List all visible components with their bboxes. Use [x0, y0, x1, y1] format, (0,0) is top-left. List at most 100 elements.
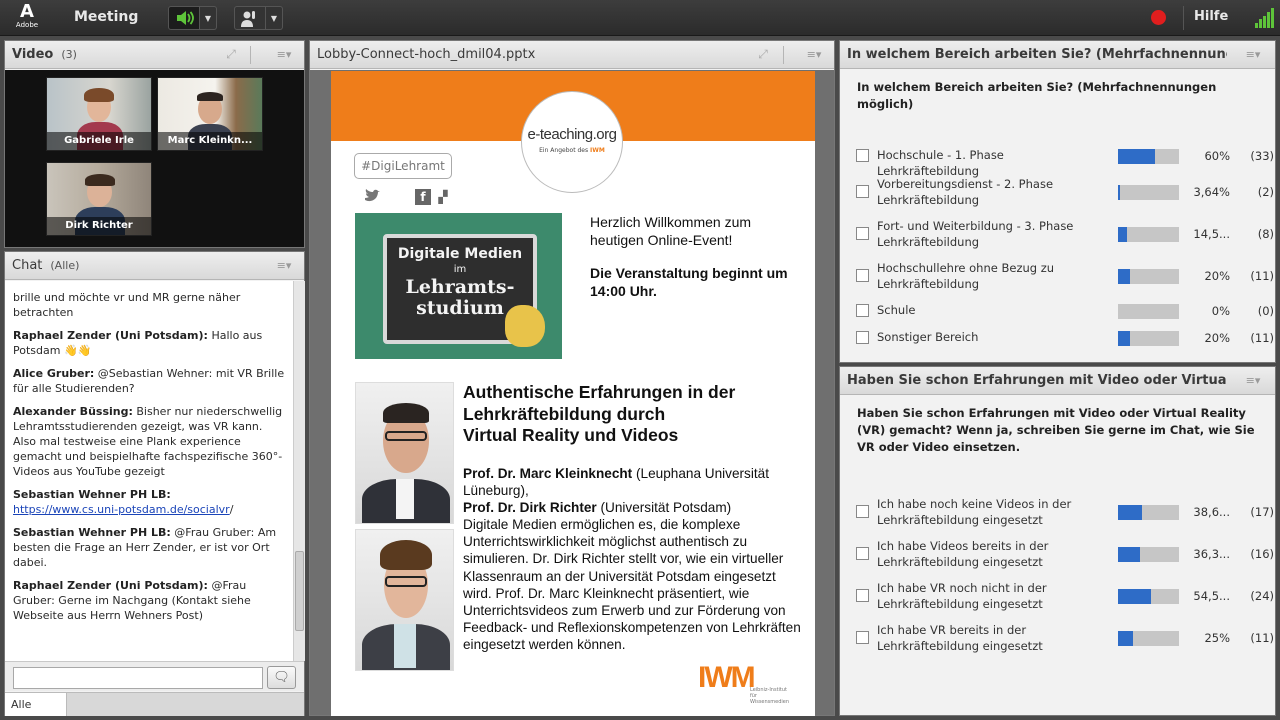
header-divider — [783, 46, 784, 64]
poll-option-checkbox[interactable] — [856, 589, 869, 602]
poll-option-label: Ich habe VR bereits in der Lehrkräftebil… — [877, 623, 1043, 653]
iwm-logo: IWM Leibniz-Institut für Wissensmedien — [698, 661, 790, 706]
speaker-button[interactable] — [168, 6, 200, 30]
poll-option-label: Hochschullehre ohne Bezug zu Lehrkräfteb… — [877, 261, 1055, 291]
poll-result-fill — [1118, 227, 1127, 242]
chat-message: Alexander Büssing: Bisher nur niederschw… — [13, 405, 283, 478]
poll-option-checkbox[interactable] — [856, 631, 869, 644]
poll-option-checkbox[interactable] — [856, 505, 869, 518]
share-pod-header: Lobby-Connect-hoch_dmil04.pptx ⤢ ≡▾ — [310, 41, 834, 69]
poll-option-checkbox[interactable] — [856, 331, 869, 344]
chat-scrollbar[interactable] — [293, 281, 305, 661]
poll-result-fill — [1118, 547, 1141, 562]
chat-sender: Alice Gruber: — [13, 367, 95, 380]
poll-result-fill — [1118, 269, 1131, 284]
digitale-medien-chalkboard-image: Digitale Medien im Lehramts- studium — [355, 213, 562, 359]
recording-indicator-icon[interactable] — [1151, 10, 1166, 25]
pod-options-menu-icon[interactable]: ≡▾ — [805, 48, 823, 62]
top-menu-bar: A Adobe Meeting ▼ ▼ Hilfe — [0, 0, 1280, 36]
chat-message: Raphael Zender (Uni Potsdam): Hallo aus … — [13, 329, 263, 357]
e-teaching-logo: e-teaching.org Ein Angebot des IWM — [521, 91, 623, 193]
poll-option-checkbox[interactable] — [856, 149, 869, 162]
presenter-dropdown-icon[interactable]: ▼ — [266, 6, 283, 30]
speaker-dropdown-icon[interactable]: ▼ — [200, 6, 217, 30]
chat-pod-title: Chat (Alle) — [12, 258, 80, 273]
video-pod-header: Video (3) ⤢ ≡▾ — [5, 41, 304, 69]
video-tile-gabriele[interactable]: Gabriele Irle — [46, 77, 152, 151]
poll-result-count: (0) — [1257, 304, 1274, 318]
poll-result-bar — [1118, 185, 1179, 200]
chat-message: Sebastian Wehner PH LB: https://www.cs.un… — [13, 488, 234, 516]
poll-option-checkbox[interactable] — [856, 304, 869, 317]
presentation-slide[interactable]: e-teaching.org Ein Angebot des IWM #Digi… — [331, 71, 815, 716]
menu-meeting[interactable]: Meeting — [64, 8, 148, 26]
poll-option-label: Ich habe Videos bereits in der Lehrkräft… — [877, 539, 1049, 569]
raise-hand-icon — [241, 11, 255, 27]
chat-message: Alice Gruber: @Sebastian Wehner: mit VR … — [13, 367, 285, 395]
fullscreen-icon[interactable]: ⤢ — [223, 47, 239, 63]
poll-pod-bereich: In welchem Bereich arbeiten Sie? (Mehrfa… — [839, 40, 1276, 363]
hashtag-bubble: #DigiLehramt — [354, 153, 452, 179]
poll-result-fill — [1118, 331, 1131, 346]
poll-result-bar — [1118, 505, 1179, 520]
participant-name: Gabriele Irle — [47, 132, 151, 150]
video-pod: Video (3) ⤢ ≡▾ Gabriele Irle Marc Kleinkn… — [4, 40, 305, 248]
poll-option-label: Schule — [877, 303, 916, 317]
portrait-richter — [355, 529, 454, 671]
chat-sender: Sebastian Wehner PH LB: — [13, 526, 171, 539]
poll-result-count: (24) — [1250, 589, 1274, 603]
chat-pod: Chat (Alle) ≡▾ brille und möchte vr und M… — [4, 251, 305, 716]
adobe-mark-icon: A — [20, 1, 34, 22]
chat-send-button[interactable]: 🗨 — [267, 666, 296, 689]
poll-result-bar — [1118, 589, 1179, 604]
poll-result-fill — [1118, 505, 1142, 520]
poll-option-label: Vorbereitungsdienst - 2. Phase Lehrkräft… — [877, 177, 1054, 207]
poll-result-fill — [1118, 589, 1152, 604]
chat-input[interactable] — [13, 667, 263, 689]
chat-message: Raphael Zender (Uni Potsdam): @Frau Grub… — [13, 579, 251, 622]
poll-question: Haben Sie schon Erfahrungen mit Video od… — [857, 406, 1255, 454]
chat-message-list[interactable]: brille und möchte vr und MR gerne näher … — [5, 281, 293, 661]
poll-result-count: (33) — [1250, 149, 1274, 163]
poll-option-checkbox[interactable] — [856, 547, 869, 560]
poll-pod-header: Haben Sie schon Erfahrungen mit Video od… — [840, 367, 1275, 395]
sponge-image — [505, 305, 545, 347]
participant-name: Marc Kleinkn... — [158, 132, 262, 150]
poll-option-label: Hochschule - 1. Phase Lehrkräftebildung — [877, 148, 1004, 178]
poll-body: Haben Sie schon Erfahrungen mit Video od… — [840, 396, 1275, 715]
facebook-icon: f — [415, 189, 431, 205]
poll-result-bar — [1118, 331, 1179, 346]
chat-scope: (Alle) — [50, 259, 80, 272]
poll-result-count: (11) — [1250, 631, 1274, 645]
pod-options-menu-icon[interactable]: ≡▾ — [275, 259, 293, 273]
poll-pod-header: In welchem Bereich arbeiten Sie? (Mehrfa… — [840, 41, 1275, 69]
menu-help[interactable]: Hilfe — [1194, 9, 1228, 24]
video-area: Gabriele Irle Marc Kleinkn... Dirk Richt… — [5, 70, 304, 247]
poll-result-count: (17) — [1250, 505, 1274, 519]
poll-option-checkbox[interactable] — [856, 269, 869, 282]
video-tile-dirk[interactable]: Dirk Richter — [46, 162, 152, 236]
poll-result-count: (16) — [1250, 547, 1274, 561]
poll-option-checkbox[interactable] — [856, 185, 869, 198]
video-count: (3) — [61, 48, 77, 61]
video-tile-marc[interactable]: Marc Kleinkn... — [157, 77, 263, 151]
speaker-icon — [177, 11, 194, 25]
chat-link[interactable]: https://www.cs.uni-potsdam.de/socialvr — [13, 503, 230, 516]
poll-option-label: Sonstiger Bereich — [877, 330, 979, 344]
poll-option-checkbox[interactable] — [856, 227, 869, 240]
pod-options-menu-icon[interactable]: ≡▾ — [1244, 374, 1262, 388]
twitter-icon — [364, 189, 380, 205]
poll-pod-title: In welchem Bereich arbeiten Sie? (Mehrfa… — [847, 47, 1227, 62]
presenter-button[interactable] — [234, 6, 266, 30]
fullscreen-icon[interactable]: ⤢ — [755, 47, 771, 63]
poll-result-fill — [1118, 185, 1121, 200]
connection-signal-icon[interactable] — [1255, 8, 1277, 28]
chat-tab-all[interactable]: Alle — [5, 692, 67, 716]
poll-result-fill — [1118, 631, 1134, 646]
poll-result-fill — [1118, 149, 1155, 164]
pod-options-menu-icon[interactable]: ≡▾ — [275, 48, 293, 62]
speech-bubble-icon: 🗨 — [273, 670, 290, 685]
pod-options-menu-icon[interactable]: ≡▾ — [1244, 48, 1262, 62]
chat-scrollbar-thumb[interactable] — [295, 551, 304, 631]
poll-question: In welchem Bereich arbeiten Sie? (Mehrfa… — [857, 80, 1217, 111]
